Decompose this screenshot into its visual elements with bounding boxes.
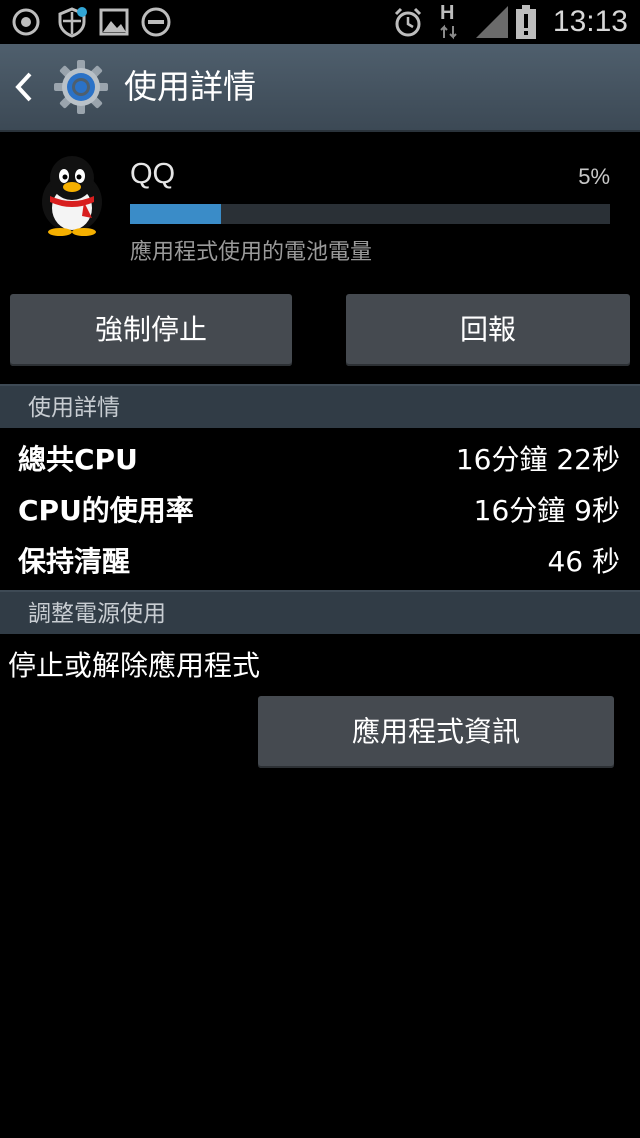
status-bar: H 13:13 [0, 0, 640, 44]
gallery-icon [99, 8, 129, 36]
battery-usage-bar-fill [130, 204, 222, 224]
usage-row-value-total-cpu: 16分鐘 22秒 [455, 443, 620, 476]
app-info-button[interactable]: 應用程式資訊 [258, 696, 614, 768]
usage-row-label-cpu-foreground: CPU的使用率 [18, 494, 194, 527]
shield-icon [58, 7, 87, 38]
battery-percent: 5% [578, 164, 610, 189]
alarm-icon [394, 7, 422, 37]
network-type-label: H [440, 2, 455, 24]
stop-or-uninstall-text: 停止或解除應用程式 [8, 649, 261, 682]
section-header-adjust-power: 調整電源使用 [0, 590, 640, 634]
usage-row-label-total-cpu: 總共CPU [18, 443, 138, 476]
page-title: 使用詳情 [124, 67, 256, 106]
battery-usage-caption: 應用程式使用的電池電量 [130, 240, 373, 265]
section-header-usage-details: 使用詳情 [0, 384, 640, 428]
data-arrows-icon [440, 24, 457, 40]
battery-usage-bar [130, 204, 610, 224]
usage-row-value-keep-awake: 46 秒 [547, 545, 620, 578]
report-button[interactable]: 回報 [346, 294, 630, 366]
qq-penguin-icon [42, 156, 102, 236]
battery-low-icon [516, 5, 536, 39]
do-not-disturb-icon [141, 7, 171, 37]
sync-icon [12, 8, 40, 36]
force-stop-button[interactable]: 強制停止 [10, 294, 292, 366]
settings-gear-icon [54, 60, 108, 114]
usage-row-value-cpu-foreground: 16分鐘 9秒 [473, 494, 620, 527]
back-arrow-icon[interactable] [10, 70, 38, 104]
clock: 13:13 [552, 5, 628, 38]
usage-row-label-keep-awake: 保持清醒 [18, 545, 131, 578]
action-bar: 使用詳情 [0, 44, 640, 132]
signal-icon [476, 6, 508, 38]
app-name: QQ [130, 158, 176, 190]
